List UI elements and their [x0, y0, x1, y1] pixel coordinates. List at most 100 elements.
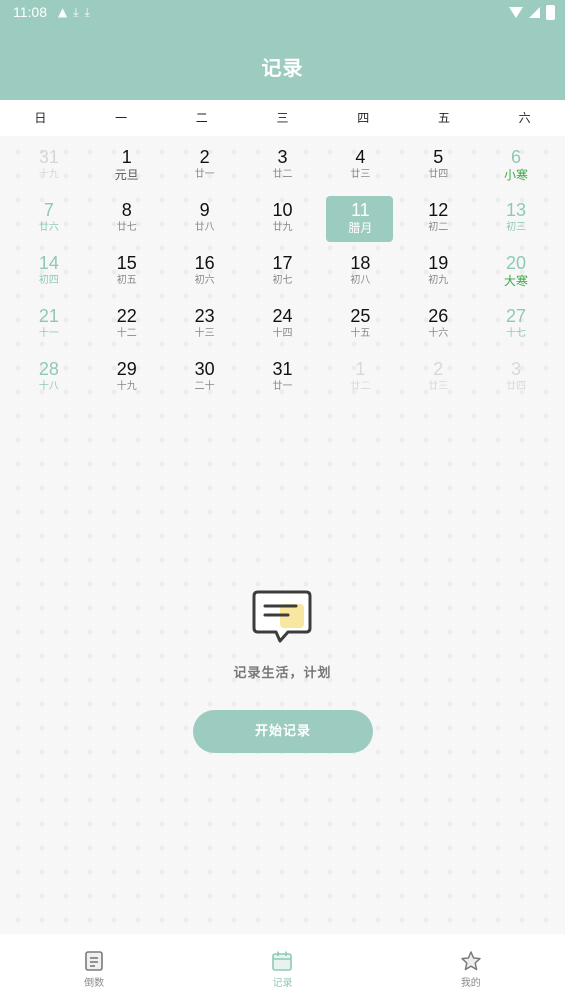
lunar-date: 腊月 — [348, 221, 373, 235]
message-icon — [250, 588, 314, 648]
lunar-date: 初三 — [506, 222, 527, 233]
day-number: 5 — [433, 147, 444, 167]
calendar-day[interactable]: 12 初二 — [399, 199, 477, 252]
star-icon — [460, 950, 482, 972]
lunar-date: 十七 — [506, 328, 527, 339]
calendar-day[interactable]: 21 十一 — [10, 305, 88, 358]
lunar-date: 廿八 — [194, 222, 215, 233]
weekday-label: 六 — [518, 111, 531, 125]
lunar-date: 十三 — [194, 328, 215, 339]
calendar-day[interactable]: 29 十九 — [88, 358, 166, 411]
calendar-area: 31 十九 1 元旦 2 廿一 3 廿二 4 廿三 5 廿四 6 小寒 7 廿六 8 廿七 9 廿八 10 廿九 11 腊月 1… — [0, 136, 565, 934]
nav-item-mine[interactable]: 我的 — [377, 934, 565, 1004]
day-number: 10 — [272, 200, 293, 220]
day-number: 29 — [116, 359, 137, 379]
lunar-date: 初五 — [116, 275, 137, 286]
weekday-label: 一 — [115, 111, 128, 125]
calendar-day[interactable]: 1 廿二 — [321, 358, 399, 411]
calendar-day[interactable]: 7 廿六 — [10, 199, 88, 252]
nav-item-record[interactable]: 记录 — [188, 934, 376, 1004]
day-number: 16 — [194, 253, 215, 273]
lunar-date: 廿七 — [116, 222, 137, 233]
calendar-day[interactable]: 14 初四 — [10, 252, 88, 305]
day-number: 19 — [428, 253, 449, 273]
lunar-date: 十二 — [116, 328, 137, 339]
app-notification-icon: ▲ — [58, 5, 68, 19]
nav-label: 我的 — [460, 978, 481, 989]
status-time: 11:08 — [13, 4, 47, 20]
lunar-date: 廿四 — [506, 381, 527, 392]
day-number: 25 — [350, 306, 371, 326]
calendar-day[interactable]: 10 廿九 — [244, 199, 322, 252]
day-number: 3 — [511, 359, 522, 379]
lunar-date: 廿三 — [428, 381, 449, 392]
lunar-date: 初七 — [272, 275, 293, 286]
calendar-day[interactable]: 15 初五 — [88, 252, 166, 305]
calendar-day[interactable]: 4 廿三 — [321, 146, 399, 199]
calendar-day[interactable]: 3 廿四 — [477, 358, 555, 411]
day-number: 6 — [511, 147, 522, 167]
calendar-day[interactable]: 8 廿七 — [88, 199, 166, 252]
calendar-day[interactable]: 23 十三 — [166, 305, 244, 358]
lunar-date: 十五 — [350, 328, 371, 339]
day-number: 12 — [428, 200, 449, 220]
calendar-day[interactable]: 31 廿一 — [244, 358, 322, 411]
calendar-day[interactable]: 22 十二 — [88, 305, 166, 358]
calendar-day[interactable]: 16 初六 — [166, 252, 244, 305]
calendar-day[interactable]: 6 小寒 — [477, 146, 555, 199]
lunar-date: 廿二 — [350, 381, 371, 392]
weekday-label: 五 — [437, 111, 450, 125]
start-record-button[interactable]: 开始记录 — [193, 710, 373, 753]
calendar-day[interactable]: 25 十五 — [321, 305, 399, 358]
calendar-day[interactable]: 28 十八 — [10, 358, 88, 411]
weekday-header: 日 一 二 三 四 五 六 — [0, 100, 565, 136]
bottom-nav: 倒数 记录 我的 — [0, 934, 565, 1004]
top-bar: 11:08 ▲ ⤓ ⤓ 记录 — [0, 0, 565, 100]
lunar-date: 初九 — [428, 275, 449, 286]
calendar-day[interactable]: 30 二十 — [166, 358, 244, 411]
calendar-day[interactable]: 26 十六 — [399, 305, 477, 358]
status-system-icons — [509, 0, 555, 24]
day-number: 1 — [355, 359, 366, 379]
day-number: 31 — [38, 147, 59, 167]
calendar-day[interactable]: 9 廿八 — [166, 199, 244, 252]
day-number: 1 — [121, 147, 132, 167]
calendar-day[interactable]: 17 初七 — [244, 252, 322, 305]
lunar-date: 小寒 — [504, 168, 529, 182]
calendar-day[interactable]: 20 大寒 — [477, 252, 555, 305]
lunar-date: 大寒 — [504, 274, 529, 288]
lunar-date: 初四 — [38, 275, 59, 286]
calendar-day[interactable]: 24 十四 — [244, 305, 322, 358]
day-number: 11 — [351, 200, 370, 220]
day-number: 15 — [116, 253, 137, 273]
calendar-day[interactable]: 13 初三 — [477, 199, 555, 252]
signal-icon — [529, 6, 540, 18]
calendar-day[interactable]: 11 腊月 — [321, 196, 399, 252]
calendar-day[interactable]: 19 初九 — [399, 252, 477, 305]
weekday-label: 三 — [276, 111, 289, 125]
calendar-day[interactable]: 5 廿四 — [399, 146, 477, 199]
calendar-day[interactable]: 2 廿一 — [166, 146, 244, 199]
calendar-day[interactable]: 27 十七 — [477, 305, 555, 358]
calendar-day[interactable]: 2 廿三 — [399, 358, 477, 411]
calendar-day[interactable]: 18 初八 — [321, 252, 399, 305]
day-number: 2 — [433, 359, 444, 379]
nav-item-countdown[interactable]: 倒数 — [0, 934, 188, 1004]
day-number: 7 — [43, 200, 54, 220]
day-number: 24 — [272, 306, 293, 326]
day-number: 18 — [350, 253, 371, 273]
lunar-date: 廿一 — [272, 381, 293, 392]
lunar-date: 初六 — [194, 275, 215, 286]
day-number: 17 — [272, 253, 293, 273]
lunar-date: 廿六 — [38, 222, 59, 233]
day-number: 14 — [38, 253, 59, 273]
calendar-day[interactable]: 1 元旦 — [88, 146, 166, 199]
calendar-day[interactable]: 31 十九 — [10, 146, 88, 199]
lunar-date: 十六 — [428, 328, 449, 339]
battery-icon — [546, 4, 555, 20]
calendar-day[interactable]: 3 廿二 — [244, 146, 322, 199]
weekday-label: 日 — [34, 111, 47, 125]
wifi-icon — [509, 7, 523, 18]
day-number: 13 — [506, 200, 527, 220]
status-bar: 11:08 ▲ ⤓ ⤓ — [0, 0, 565, 24]
